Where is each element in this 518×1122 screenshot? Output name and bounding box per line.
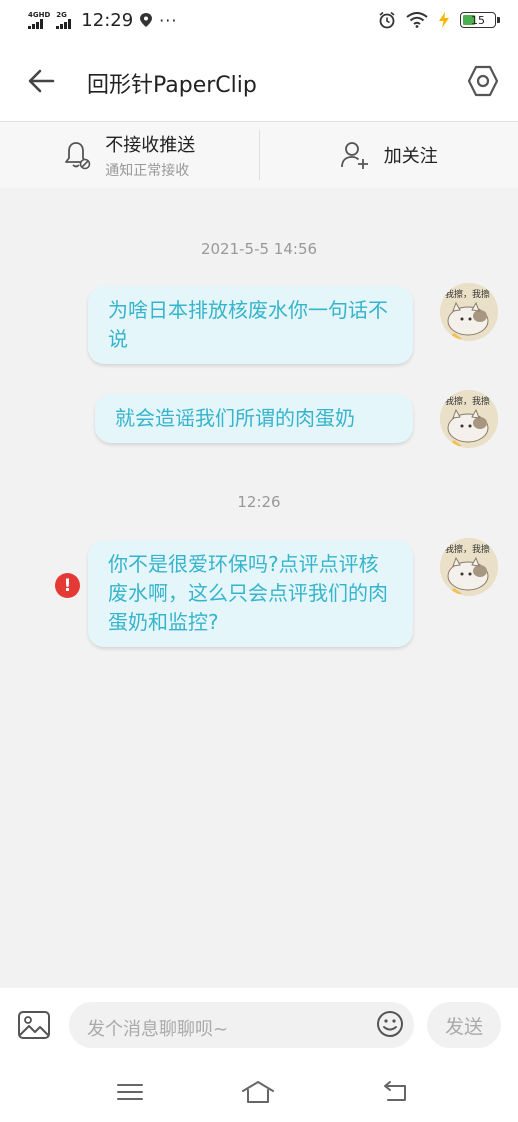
mute-push-toggle[interactable]: 不接收推送 通知正常接收 (0, 122, 259, 188)
message-bubble[interactable]: 为啥日本排放核废水你一句话不说 (88, 286, 413, 364)
signal-2g-icon: 2G (56, 10, 72, 29)
message-text: 为啥日本排放核废水你一句话不说 (108, 298, 388, 351)
signal-4g-icon: 4GHD (28, 10, 51, 29)
avatar[interactable]: 我擦，我擦 (440, 538, 498, 596)
cat-avatar-icon: 我擦，我擦 (440, 390, 498, 448)
battery-icon: 15 (460, 12, 500, 28)
charging-icon (439, 12, 449, 28)
system-nav-bar (0, 1062, 518, 1122)
chat-area[interactable]: 2021-5-5 14:56 为啥日本排放核废水你一句话不说 我擦，我擦 就会造… (0, 188, 518, 988)
send-button[interactable]: 发送 (427, 1002, 501, 1048)
message-input-placeholder: 发个消息聊聊呗~ (87, 1019, 229, 1040)
network-label-2: 2G (56, 10, 67, 19)
location-icon (140, 13, 153, 27)
composer-bar: 发个消息聊聊呗~ 发送 (0, 988, 518, 1062)
battery-level: 15 (471, 13, 485, 27)
home-icon[interactable] (240, 1078, 276, 1106)
add-user-icon (340, 142, 368, 169)
svg-text:我擦，我擦: 我擦，我擦 (445, 288, 490, 300)
cat-avatar-icon: 我擦，我擦 (440, 538, 498, 596)
send-failed-icon[interactable]: ! (55, 573, 80, 598)
page-title: 回形针PaperClip (87, 73, 257, 98)
message-input[interactable]: 发个消息聊聊呗~ (69, 1002, 414, 1048)
message-bubble[interactable]: 你不是很爱环保吗?点评点评核废水啊，这么只会点评我们的肉蛋奶和监控? (88, 540, 413, 647)
svg-text:我擦，我擦: 我擦，我擦 (445, 543, 490, 555)
bell-mute-icon (65, 142, 91, 170)
wifi-icon (406, 12, 428, 28)
mute-hint: 通知正常接收 (105, 162, 190, 179)
status-bar: 4GHD 2G 12:29 ··· 15 (0, 0, 518, 40)
avatar[interactable]: 我擦，我擦 (440, 283, 498, 341)
message-bubble[interactable]: 就会造谣我们所谓的肉蛋奶 (95, 394, 413, 443)
chat-header: 回形针PaperClip (0, 40, 518, 122)
more-status-icon: ··· (159, 10, 178, 30)
message-text: 就会造谣我们所谓的肉蛋奶 (115, 406, 355, 430)
avatar[interactable]: 我擦，我擦 (440, 390, 498, 448)
timestamp: 12:26 (237, 493, 281, 511)
mute-label: 不接收推送 (105, 134, 196, 156)
network-label-1: 4GHD (28, 10, 51, 19)
hexagon-settings-icon[interactable] (466, 64, 500, 98)
follow-button[interactable]: 加关注 (260, 122, 518, 188)
back-nav-icon[interactable] (380, 1078, 410, 1106)
alarm-icon (379, 11, 395, 29)
status-time: 12:29 (81, 9, 134, 31)
status-right: 15 (378, 11, 500, 29)
emoji-icon[interactable] (376, 1010, 404, 1038)
svg-text:我擦，我擦: 我擦，我擦 (445, 395, 490, 407)
menu-icon[interactable] (115, 1078, 145, 1106)
image-icon[interactable] (17, 1008, 51, 1042)
message-text: 你不是很爱环保吗?点评点评核废水啊，这么只会点评我们的肉蛋奶和监控? (108, 552, 388, 634)
status-left: 4GHD 2G 12:29 ··· (28, 10, 177, 31)
subscription-bar: 不接收推送 通知正常接收 加关注 (0, 122, 518, 188)
timestamp: 2021-5-5 14:56 (200, 240, 318, 258)
arrow-left-icon[interactable] (26, 66, 56, 96)
cat-avatar-icon: 我擦，我擦 (440, 283, 498, 341)
follow-label: 加关注 (383, 146, 438, 167)
